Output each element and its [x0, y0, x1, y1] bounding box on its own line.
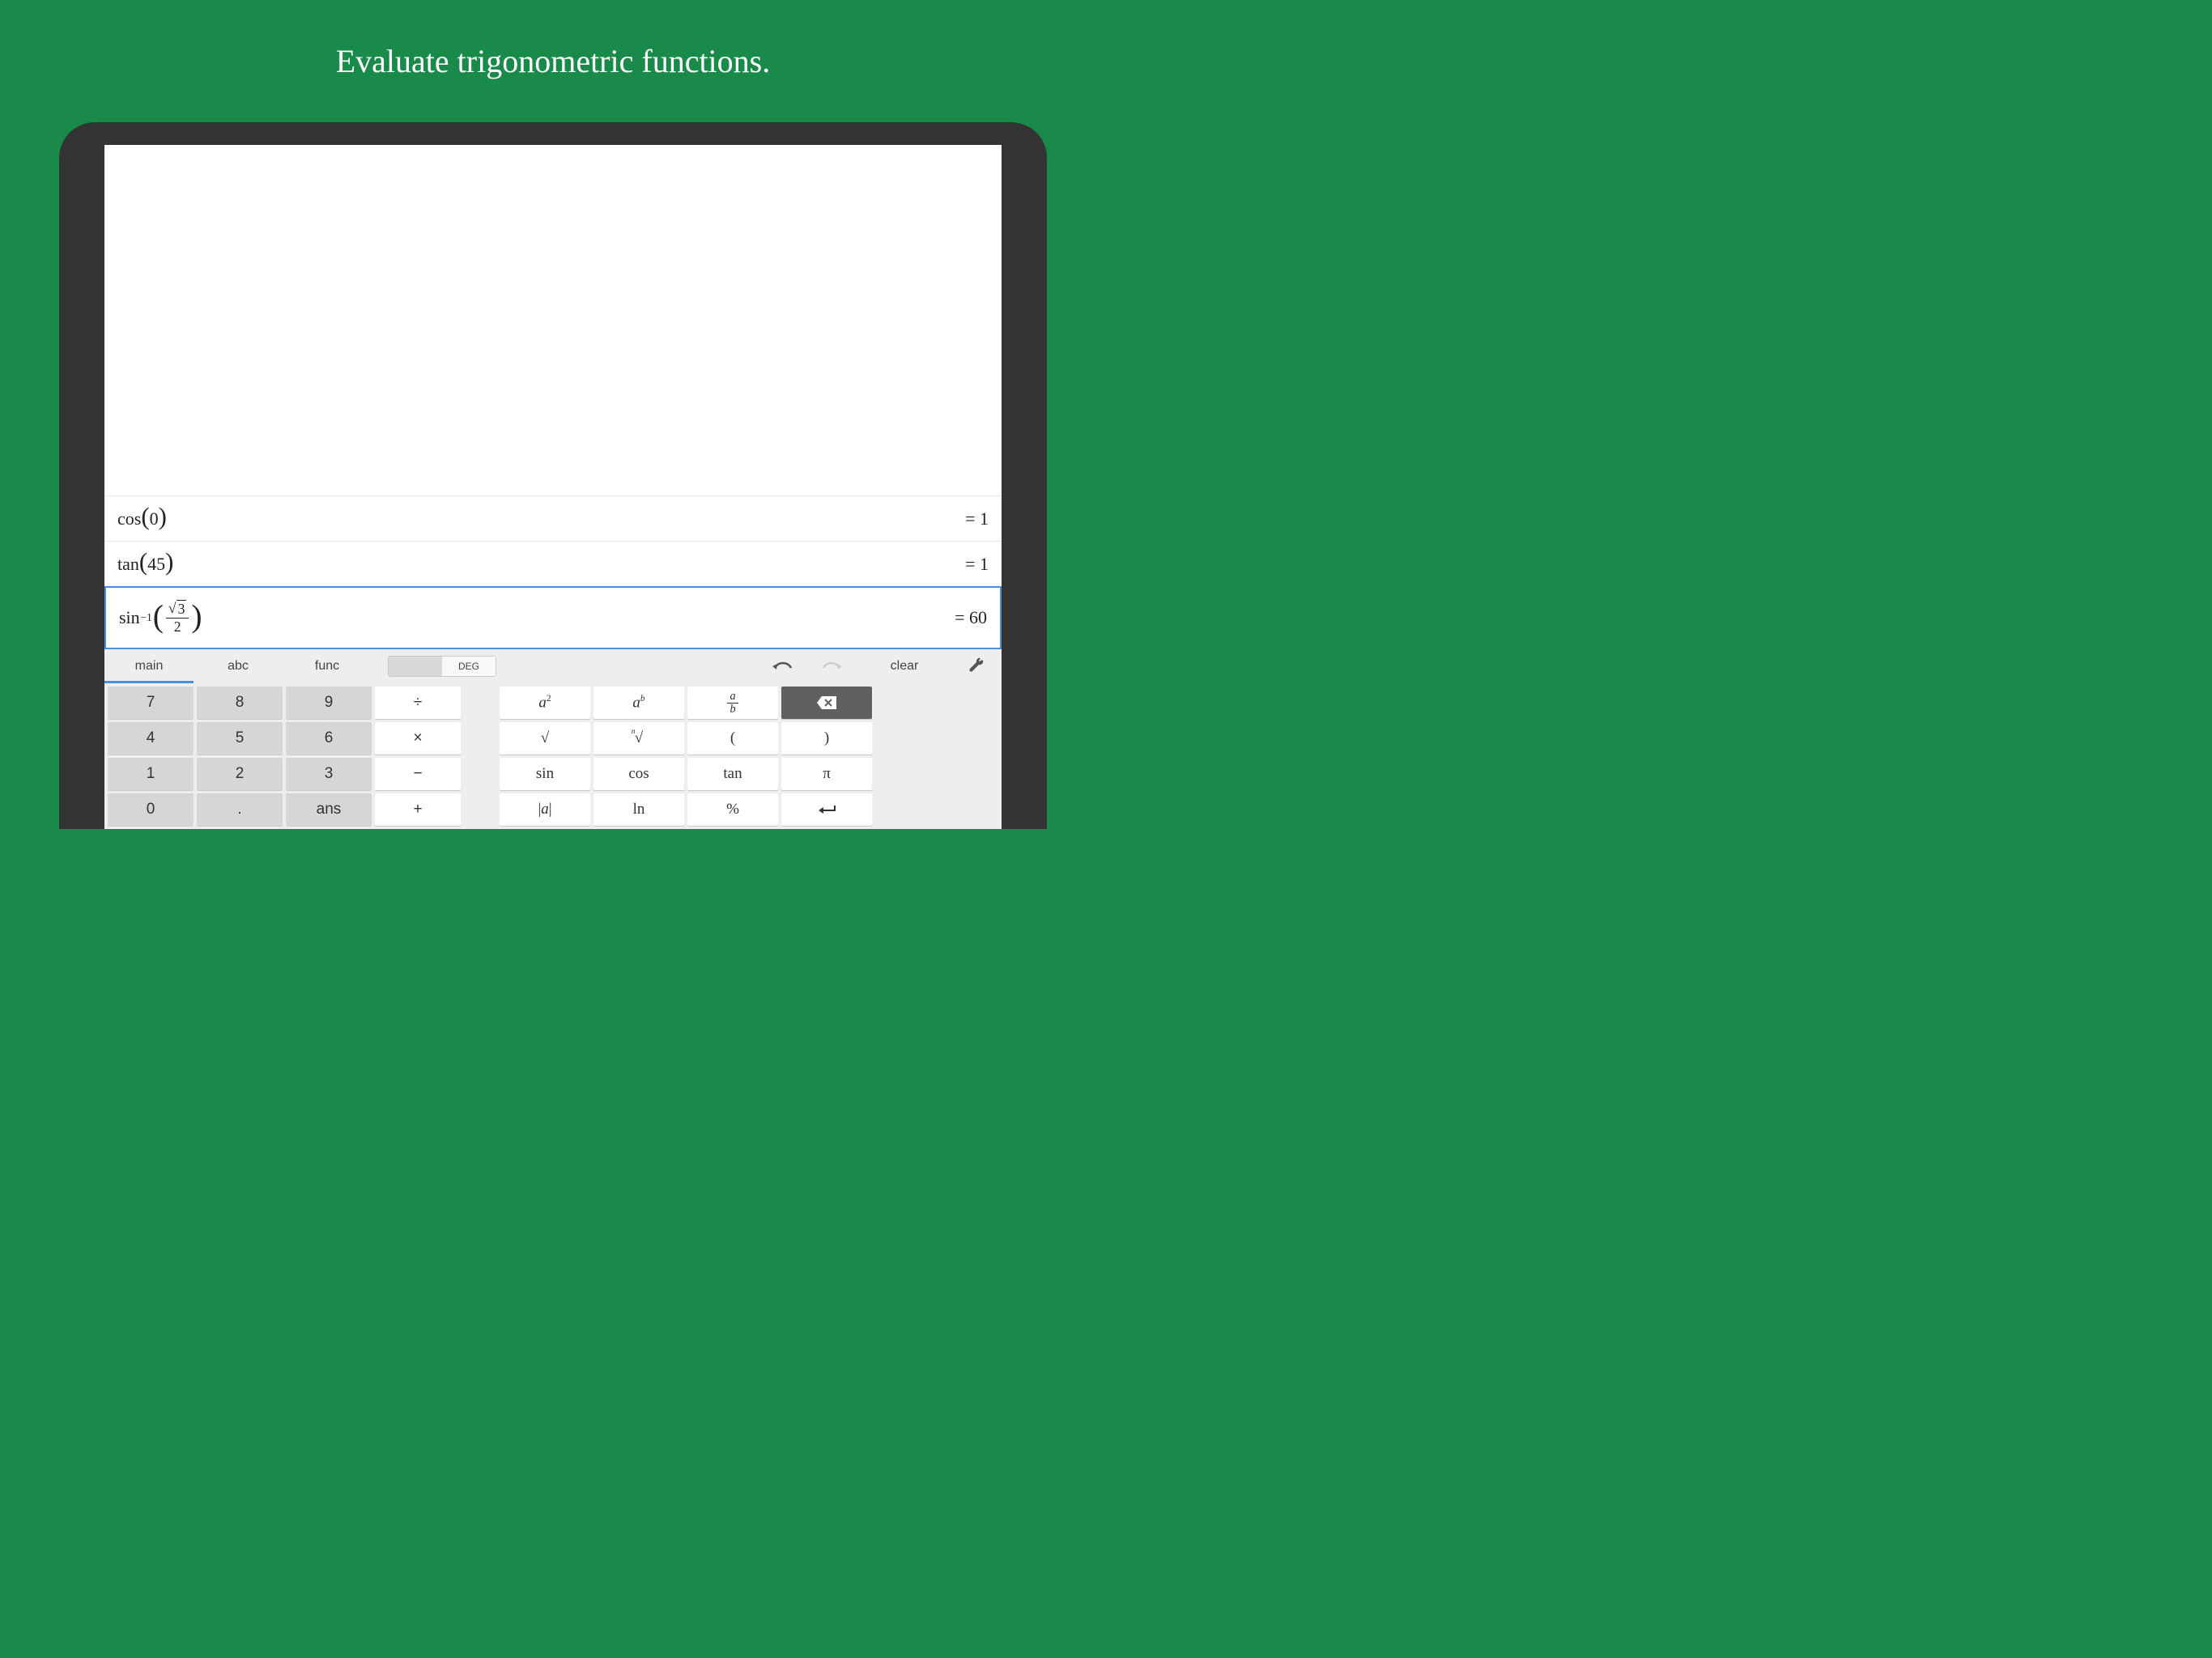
- key-nth-root[interactable]: n√: [593, 722, 684, 755]
- key-sqrt[interactable]: √: [500, 722, 590, 755]
- toolbar: main abc func DEG clear: [104, 649, 1002, 683]
- ops-section: ÷ × − +: [375, 687, 461, 826]
- key-lparen[interactable]: (: [687, 722, 778, 755]
- key-percent[interactable]: %: [687, 793, 778, 826]
- key-0[interactable]: 0: [108, 793, 194, 826]
- history-area: cos(0) = 1 tan(45) = 1 sin−1( √3 2 ): [104, 145, 1002, 649]
- key-4[interactable]: 4: [108, 722, 194, 755]
- key-ln[interactable]: ln: [593, 793, 684, 826]
- undo-button[interactable]: [759, 649, 807, 683]
- key-sin[interactable]: sin: [500, 758, 590, 790]
- enter-icon: [817, 804, 836, 815]
- current-input-row[interactable]: sin−1( √3 2 ) = 60: [104, 586, 1002, 649]
- key-multiply[interactable]: ×: [375, 722, 461, 755]
- numpad-section: 7 8 9 4 5 6 1 2 3 0 . ans: [108, 687, 372, 826]
- angle-mode-toggle[interactable]: DEG: [388, 656, 496, 677]
- key-3[interactable]: 3: [286, 758, 372, 790]
- key-8[interactable]: 8: [197, 687, 283, 719]
- settings-button[interactable]: [953, 649, 1002, 683]
- current-result: = 60: [955, 607, 987, 628]
- key-enter[interactable]: [781, 793, 872, 826]
- key-divide[interactable]: ÷: [375, 687, 461, 719]
- app-screen: cos(0) = 1 tan(45) = 1 sin−1( √3 2 ): [104, 145, 1002, 829]
- redo-icon: [820, 660, 843, 673]
- key-power[interactable]: ab: [593, 687, 684, 719]
- history-expression: tan(45): [117, 550, 173, 578]
- current-expression: sin−1( √3 2 ): [119, 599, 202, 636]
- tablet-frame: cos(0) = 1 tan(45) = 1 sin−1( √3 2 ): [59, 122, 1047, 829]
- key-pi[interactable]: π: [781, 758, 872, 790]
- tab-main[interactable]: main: [104, 649, 194, 683]
- history-expression: cos(0): [117, 504, 167, 533]
- key-plus[interactable]: +: [375, 793, 461, 826]
- key-6[interactable]: 6: [286, 722, 372, 755]
- key-9[interactable]: 9: [286, 687, 372, 719]
- key-cos[interactable]: cos: [593, 758, 684, 790]
- wrench-icon: [968, 657, 986, 675]
- key-square[interactable]: a2: [500, 687, 590, 719]
- key-1[interactable]: 1: [108, 758, 194, 790]
- angle-mode-deg[interactable]: DEG: [442, 657, 496, 676]
- key-abs[interactable]: |a|: [500, 793, 590, 826]
- history-row[interactable]: cos(0) = 1: [104, 495, 1002, 541]
- key-tan[interactable]: tan: [687, 758, 778, 790]
- key-7[interactable]: 7: [108, 687, 194, 719]
- key-backspace[interactable]: [781, 687, 872, 719]
- key-2[interactable]: 2: [197, 758, 283, 790]
- redo-button[interactable]: [807, 649, 856, 683]
- key-fraction[interactable]: ab: [687, 687, 778, 719]
- keypad: 7 8 9 4 5 6 1 2 3 0 . ans: [104, 683, 1002, 829]
- key-minus[interactable]: −: [375, 758, 461, 790]
- tab-func[interactable]: func: [283, 649, 372, 683]
- page-title: Evaluate trigonometric functions.: [336, 42, 771, 80]
- fn-section: a2 ab ab √ n√ ( ) sin cos tan: [500, 687, 872, 826]
- key-rparen[interactable]: ): [781, 722, 872, 755]
- key-5[interactable]: 5: [197, 722, 283, 755]
- history-result: = 1: [965, 508, 989, 529]
- backspace-icon: [817, 696, 836, 709]
- history-result: = 1: [965, 554, 989, 575]
- key-decimal[interactable]: .: [197, 793, 283, 826]
- keypad-gap: [464, 687, 496, 826]
- clear-button[interactable]: clear: [856, 649, 953, 683]
- tab-abc[interactable]: abc: [194, 649, 283, 683]
- undo-icon: [772, 660, 794, 673]
- history-row[interactable]: tan(45) = 1: [104, 541, 1002, 586]
- key-ans[interactable]: ans: [286, 793, 372, 826]
- angle-mode-rad[interactable]: [389, 657, 442, 676]
